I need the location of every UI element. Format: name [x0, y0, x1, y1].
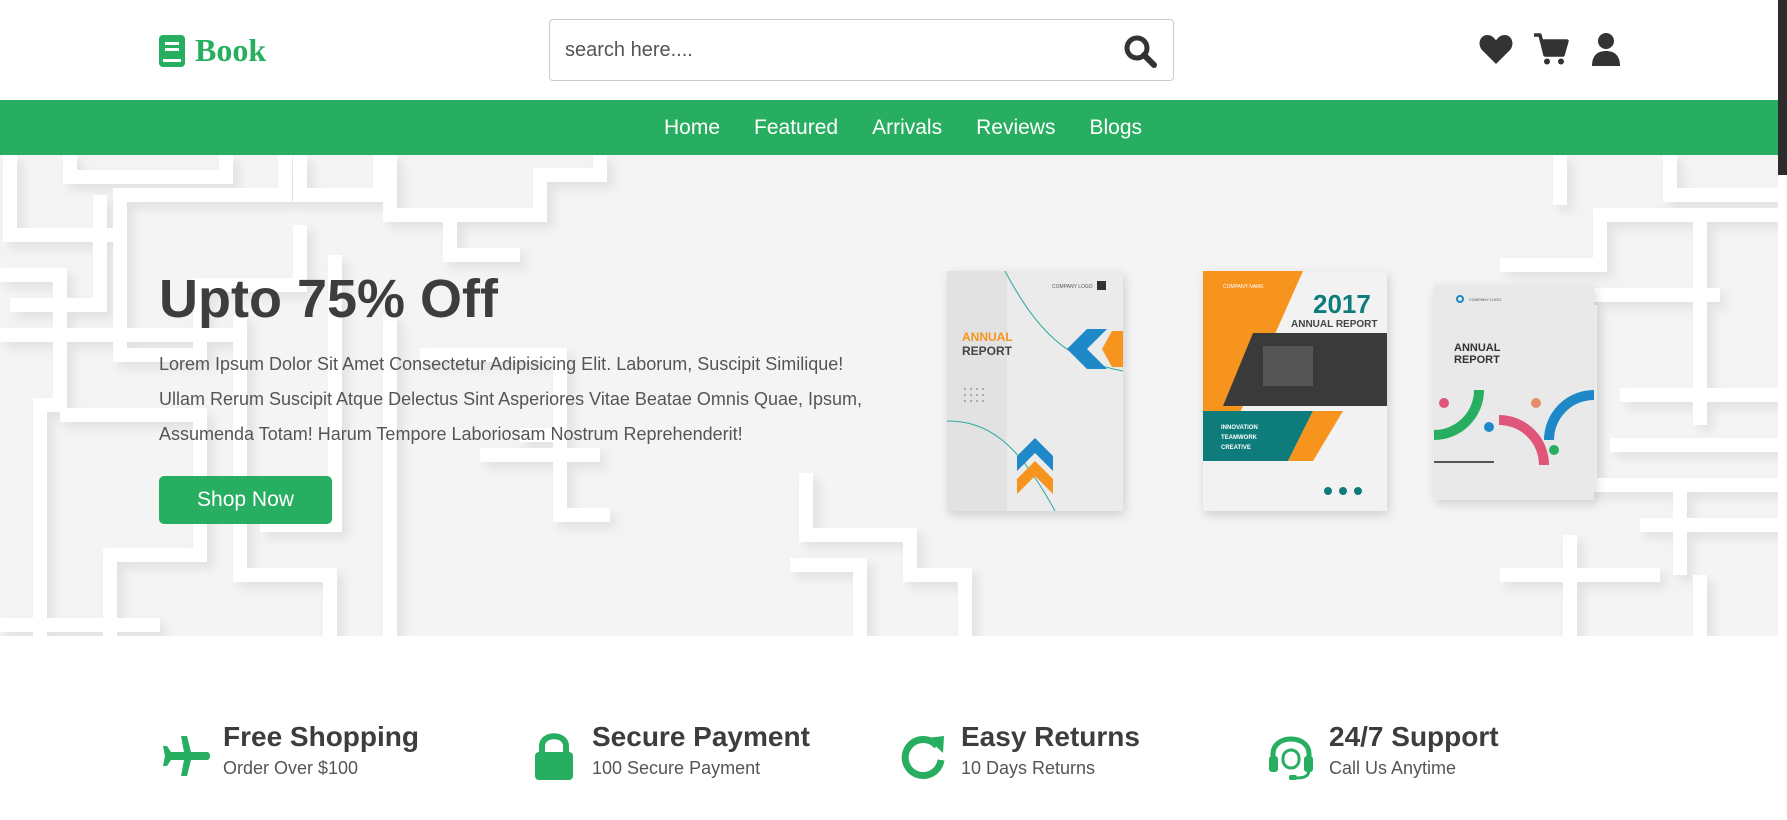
nav-link-featured[interactable]: Featured: [737, 100, 855, 155]
cart-icon[interactable]: [1533, 31, 1569, 67]
feature-subtitle: 10 Days Returns: [961, 758, 1096, 778]
book2-tagline-1: INNOVATION: [1221, 425, 1258, 431]
book3-title-1: ANNUAL: [1454, 342, 1501, 354]
feature-subtitle: Order Over $100: [223, 758, 359, 778]
feature-secure-payment: Secure Payment 100 Secure Payment: [528, 720, 810, 782]
feature-subtitle: 100 Secure Payment: [592, 758, 761, 778]
book1-title-1: ANNUAL: [962, 330, 1013, 344]
book2-heading: ANNUAL REPORT: [1291, 319, 1377, 330]
feature-title: Secure Payment: [592, 721, 810, 752]
book2-year: 2017: [1313, 289, 1371, 319]
nav-link-home[interactable]: Home: [647, 100, 737, 155]
navbar: Home Featured Arrivals Reviews Blogs: [0, 100, 1778, 155]
book2-tagline-2: TEAMWORK: [1221, 435, 1258, 441]
nav-link-blogs[interactable]: Blogs: [1072, 100, 1159, 155]
book-cover-3[interactable]: COMPANY LOGO ANNUAL REPORT: [1434, 285, 1594, 500]
feature-title: Easy Returns: [961, 721, 1140, 752]
search-icon[interactable]: [1123, 34, 1157, 68]
book3-logo-text: COMPANY LOGO: [1469, 297, 1502, 302]
nav-link-reviews[interactable]: Reviews: [959, 100, 1072, 155]
logo-text: Book: [195, 32, 267, 68]
scrollbar-thumb[interactable]: [1778, 0, 1787, 175]
search-form: [549, 19, 1174, 81]
logo[interactable]: Book: [159, 32, 266, 69]
redo-icon: [901, 736, 945, 779]
book3-title-2: REPORT: [1454, 354, 1500, 366]
hero-description: Lorem Ipsum Dolor Sit Amet Consectetur A…: [159, 354, 862, 444]
book2-logo: COMPANY NAME: [1223, 284, 1264, 290]
nav-link-arrivals[interactable]: Arrivals: [855, 100, 959, 155]
book1-logo-text: COMPANY LOGO: [1052, 284, 1093, 290]
feature-title: 24/7 Support: [1329, 721, 1499, 752]
hero-title: Upto 75% Off: [159, 269, 499, 329]
feature-support: 24/7 Support Call Us Anytime: [1265, 720, 1499, 782]
hero-section: Upto 75% Off Lorem Ipsum Dolor Sit Amet …: [0, 155, 1778, 636]
book-icon: [159, 34, 185, 67]
header-icons: [1478, 31, 1624, 67]
feature-free-shipping: Free Shopping Order Over $100: [159, 720, 419, 782]
plane-icon: [163, 736, 210, 776]
book-cover-1[interactable]: COMPANY LOGO ANNUAL REPORT: [947, 271, 1123, 511]
nav-links: Home Featured Arrivals Reviews Blogs: [647, 100, 1159, 155]
features-section: Free Shopping Order Over $100 Secure Pay…: [159, 720, 1659, 790]
lock-icon: [535, 733, 573, 780]
feature-easy-returns: Easy Returns 10 Days Returns: [897, 720, 1140, 782]
book2-tagline-3: CREATIVE: [1221, 445, 1251, 451]
book1-title-2: REPORT: [962, 344, 1013, 358]
book-cover-2[interactable]: 2017 ANNUAL REPORT COMPANY NAME INNOVATI…: [1203, 271, 1387, 511]
heart-icon[interactable]: [1478, 31, 1514, 67]
user-icon[interactable]: [1588, 31, 1624, 67]
search-input[interactable]: [550, 20, 1110, 80]
feature-subtitle: Call Us Anytime: [1329, 758, 1457, 778]
shop-now-button[interactable]: Shop Now: [159, 476, 332, 524]
feature-title: Free Shopping: [223, 721, 419, 752]
header: Book: [0, 0, 1778, 100]
headset-icon: [1269, 736, 1313, 780]
